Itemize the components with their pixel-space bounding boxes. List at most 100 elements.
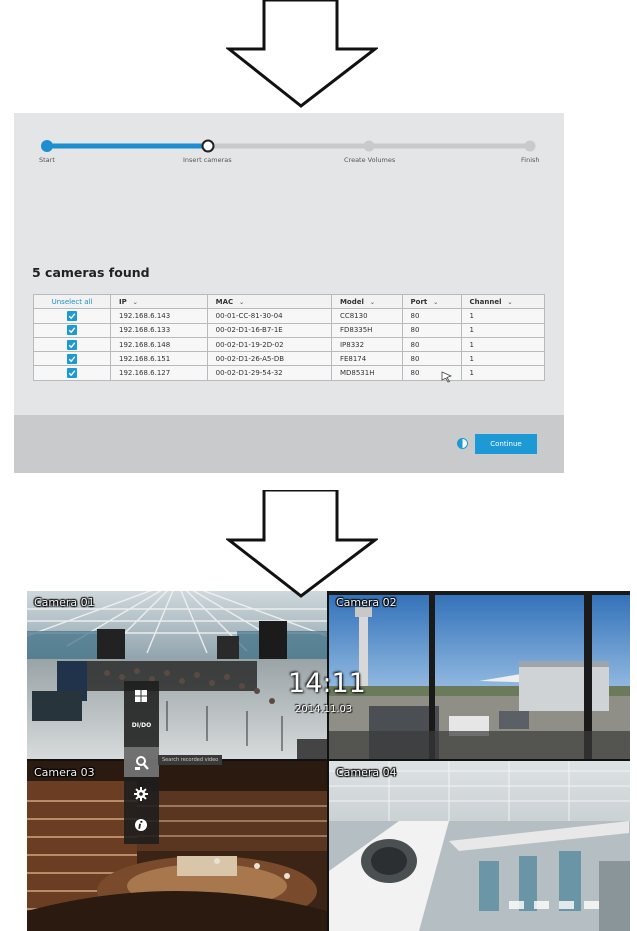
live-view-grid: Camera 01 Camera 02 Camera 03 Camera 04 … [27, 591, 630, 931]
cell-model: IP8332 [330, 336, 403, 353]
cell-channel: 1 [460, 351, 546, 367]
cell-port: 80 [401, 351, 462, 367]
row-select-cell [33, 365, 111, 381]
row-checkbox[interactable] [67, 339, 77, 350]
checkmark-icon [68, 327, 76, 334]
step-label-start: Start [39, 156, 55, 164]
cell-mac: 00-02-D1-19-2D-02 [206, 336, 332, 353]
mouse-pointer-icon [441, 371, 453, 383]
search-recording-button[interactable] [124, 747, 159, 777]
row-checkbox[interactable] [67, 368, 77, 379]
dido-button[interactable]: DI/DO [124, 711, 159, 741]
row-select-cell [33, 351, 111, 367]
column-label: Channel [469, 297, 502, 306]
chevron-down-icon: ⌄ [507, 298, 513, 306]
search-recording-icon [135, 756, 149, 770]
camera-tile-01[interactable]: Camera 01 [27, 591, 327, 759]
cell-ip: 192.168.6.148 [110, 336, 208, 353]
cell-ip: 192.168.6.127 [110, 365, 208, 381]
down-arrow-icon [226, 0, 378, 108]
contrast-icon[interactable] [457, 438, 468, 449]
step-finish-dot [524, 140, 536, 152]
cell-channel: 1 [460, 336, 546, 353]
cell-model: FE8174 [330, 351, 403, 367]
unselect-all-link[interactable]: Unselect all [33, 293, 111, 310]
cell-port: 80 [401, 336, 462, 353]
step-label-create-volumes: Create Volumes [344, 156, 396, 164]
cell-port: 80 [401, 308, 462, 324]
column-label: MAC [215, 297, 234, 306]
camera-tile-04[interactable]: Camera 04 [329, 761, 630, 931]
quick-access-bar: DI/DO [124, 681, 159, 844]
camera-03-video-frame [27, 761, 327, 931]
row-checkbox[interactable] [67, 325, 77, 336]
row-select-cell [33, 308, 111, 324]
cell-mac: 00-02-D1-29-54-32 [206, 365, 332, 381]
row-select-cell [33, 322, 111, 338]
camera-label: Camera 03 [34, 766, 95, 779]
cell-port: 80 [401, 322, 462, 338]
column-label: Port [410, 297, 428, 306]
camera-04-video-frame [329, 761, 630, 931]
cell-ip: 192.168.6.151 [110, 351, 208, 367]
table-row: 192.168.6.133 00-02-D1-16-B7-1E FD8335H … [33, 322, 546, 338]
camera-tile-03[interactable]: Camera 03 [27, 761, 327, 931]
row-checkbox[interactable] [67, 310, 77, 321]
row-select-cell [33, 336, 111, 353]
search-tooltip: Search recorded video [158, 755, 223, 765]
column-header-ip[interactable]: IP ⌄ [110, 293, 208, 310]
chevron-down-icon: ⌄ [369, 298, 375, 306]
chevron-down-icon: ⌄ [239, 298, 245, 306]
settings-button[interactable] [124, 779, 159, 809]
step-insert-cameras-dot [201, 139, 215, 153]
table-row: 192.168.6.148 00-02-D1-19-2D-02 IP8332 8… [33, 336, 546, 353]
table-row: 192.168.6.127 00-02-D1-29-54-32 MD8531H … [33, 365, 546, 381]
cameras-found-title: 5 cameras found [32, 265, 150, 280]
camera-label: Camera 04 [336, 766, 397, 779]
live-clock-time: 14:11 [288, 668, 366, 699]
checkmark-icon [68, 356, 76, 363]
column-header-model[interactable]: Model ⌄ [330, 293, 403, 310]
chevron-down-icon: ⌄ [433, 298, 439, 306]
continue-button[interactable]: Continue [475, 434, 537, 454]
column-header-mac[interactable]: MAC ⌄ [206, 293, 332, 310]
camera-01-video-frame [27, 591, 327, 759]
cell-ip: 192.168.6.143 [110, 308, 208, 324]
setup-wizard-panel: Start Insert cameras Create Volumes Fini… [14, 113, 564, 473]
cell-mac: 00-02-D1-26-A5-DB [206, 351, 332, 367]
live-clock-date: 2014.11.03 [295, 704, 353, 715]
table-header-row: Unselect all IP ⌄ MAC ⌄ Model ⌄ Port ⌄ Chann… [33, 293, 546, 310]
column-label: Model [339, 297, 364, 306]
cell-model: FD8335H [330, 322, 403, 338]
column-label: IP [119, 297, 127, 306]
table-row: 192.168.6.151 00-02-D1-26-A5-DB FE8174 8… [33, 351, 546, 367]
checkmark-icon [68, 370, 76, 377]
camera-tile-02[interactable]: Camera 02 [329, 591, 630, 759]
cell-model: CC8130 [330, 308, 403, 324]
checkmark-icon [68, 313, 76, 320]
cell-channel: 1 [460, 322, 546, 338]
camera-label: Camera 01 [34, 596, 95, 609]
cell-ip: 192.168.6.133 [110, 322, 208, 338]
step-label-insert-cameras: Insert cameras [183, 156, 232, 164]
cell-channel: 1 [460, 308, 546, 324]
step-label-finish: Finish [521, 156, 540, 164]
column-header-channel[interactable]: Channel ⌄ [460, 293, 546, 310]
down-arrow-icon [226, 490, 378, 598]
info-button[interactable] [124, 810, 159, 840]
camera-table: Unselect all IP ⌄ MAC ⌄ Model ⌄ Port ⌄ Chann… [33, 293, 546, 381]
gear-icon [134, 787, 148, 801]
step-start-dot [41, 140, 53, 152]
row-checkbox[interactable] [67, 353, 77, 364]
checkmark-icon [68, 341, 76, 348]
step-create-volumes-dot [363, 140, 375, 152]
cell-model: MD8531H [330, 365, 403, 381]
wizard-stepper [41, 139, 536, 153]
layout-button[interactable] [124, 681, 159, 711]
column-header-port[interactable]: Port ⌄ [401, 293, 462, 310]
chevron-down-icon: ⌄ [132, 298, 138, 306]
cell-mac: 00-02-D1-16-B7-1E [206, 322, 332, 338]
dido-icon: DI/DO [131, 722, 152, 729]
windows-icon [135, 690, 147, 702]
cell-channel: 1 [460, 365, 546, 381]
